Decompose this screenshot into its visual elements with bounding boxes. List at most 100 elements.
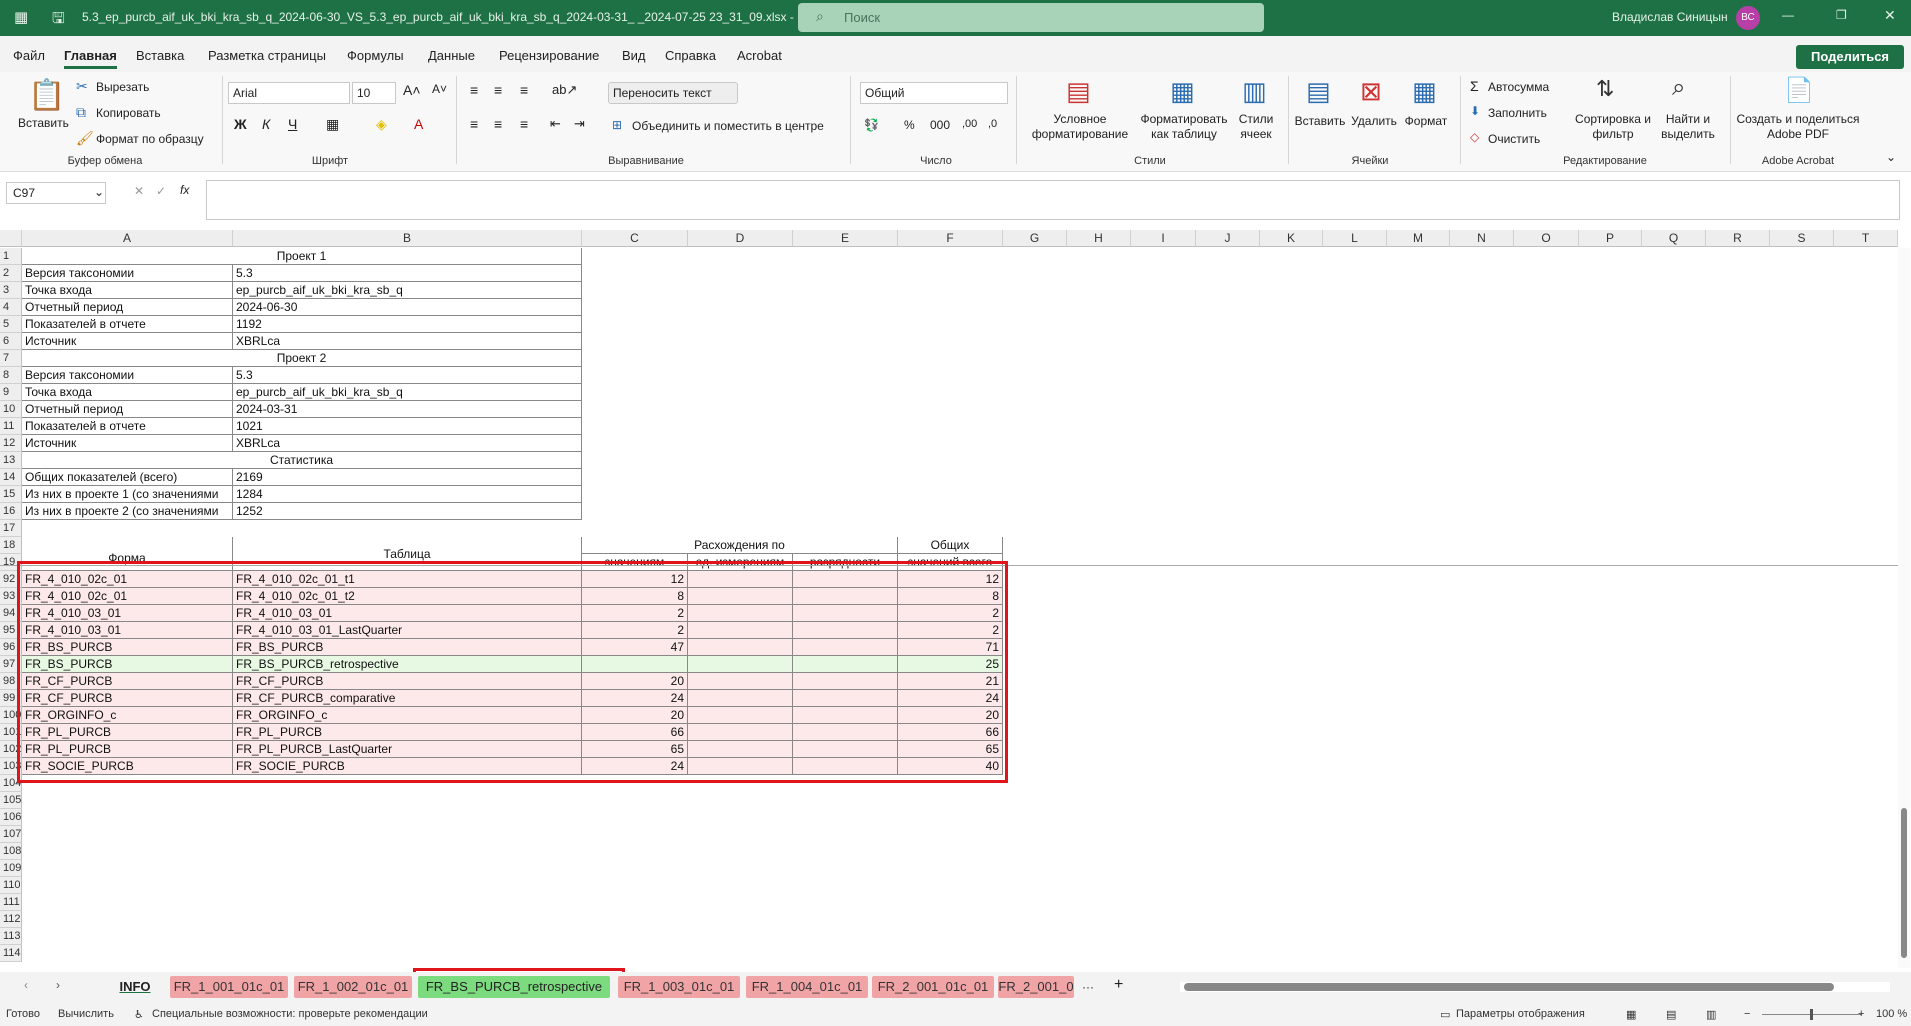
- save-icon[interactable]: 🖫: [52, 8, 65, 33]
- info-value-cell[interactable]: 1252: [233, 503, 582, 520]
- borders-icon[interactable]: ▦: [326, 116, 339, 133]
- search-box[interactable]: ⌕ Поиск: [798, 3, 1264, 32]
- menu-file[interactable]: Файл: [13, 48, 45, 63]
- decrease-decimal-icon[interactable]: ,0: [988, 118, 997, 130]
- column-header-j[interactable]: J: [1196, 230, 1260, 247]
- sheet-tab[interactable]: INFO: [112, 976, 158, 998]
- row-header-3[interactable]: 3: [0, 282, 22, 299]
- info-label-cell[interactable]: Источник: [22, 333, 233, 350]
- table-header-diff[interactable]: Расхождения по: [582, 537, 898, 554]
- align-top-icon[interactable]: ≡: [470, 82, 478, 98]
- number-format-select[interactable]: Общий: [860, 82, 1008, 104]
- info-value-cell[interactable]: 5.3: [233, 265, 582, 282]
- cancel-icon[interactable]: ✕: [134, 184, 144, 198]
- info-value-cell[interactable]: 1021: [233, 418, 582, 435]
- prev-sheet-icon[interactable]: ‹: [24, 978, 28, 992]
- info-label-cell[interactable]: Версия таксономии: [22, 367, 233, 384]
- thousands-icon[interactable]: 000: [930, 118, 950, 132]
- row-header-12[interactable]: 12: [0, 435, 22, 452]
- fill-color-icon[interactable]: ◈: [376, 116, 387, 133]
- italic-button[interactable]: К: [262, 116, 270, 132]
- find-select-button[interactable]: Найти и выделить: [1652, 112, 1724, 142]
- info-value-cell[interactable]: ep_purcb_aif_uk_bki_kra_sb_q: [233, 384, 582, 401]
- collapse-ribbon-icon[interactable]: ⌄: [1886, 150, 1896, 164]
- bold-button[interactable]: Ж: [234, 116, 247, 132]
- menu-acrobat[interactable]: Acrobat: [737, 48, 782, 63]
- sheet-tab[interactable]: FR_1_003_01c_01: [618, 976, 740, 998]
- align-left-icon[interactable]: ≡: [470, 116, 478, 132]
- info-label-cell[interactable]: Точка входа: [22, 384, 233, 401]
- row-header-108[interactable]: 108: [0, 843, 22, 860]
- row-header-110[interactable]: 110: [0, 877, 22, 894]
- sheet-tab[interactable]: FR_1_002_01c_01: [294, 976, 412, 998]
- orientation-icon[interactable]: ab↗: [552, 82, 577, 98]
- decrease-font-icon[interactable]: A˅: [432, 82, 447, 96]
- sheet-tab[interactable]: FR_1_004_01c_01: [746, 976, 868, 998]
- avatar[interactable]: ВС: [1736, 6, 1760, 30]
- column-header-f[interactable]: F: [898, 230, 1003, 247]
- column-header-k[interactable]: K: [1260, 230, 1323, 247]
- zoom-in-icon[interactable]: +: [1858, 1008, 1864, 1020]
- next-sheet-icon[interactable]: ›: [56, 978, 60, 992]
- info-label-cell[interactable]: Отчетный период: [22, 401, 233, 418]
- zoom-slider[interactable]: [1762, 1009, 1862, 1020]
- column-header-n[interactable]: N: [1450, 230, 1514, 247]
- page-layout-view-icon[interactable]: ▤: [1666, 1008, 1676, 1021]
- row-header-2[interactable]: 2: [0, 265, 22, 282]
- row-header-13[interactable]: 13: [0, 452, 22, 469]
- accessibility-status[interactable]: Специальные возможности: проверьте реком…: [152, 1008, 428, 1020]
- info-label-cell[interactable]: Показателей в отчете: [22, 418, 233, 435]
- row-header-106[interactable]: 106: [0, 809, 22, 826]
- minimize-icon[interactable]: —: [1782, 8, 1794, 22]
- clear-button[interactable]: Очистить: [1488, 132, 1540, 146]
- page-break-view-icon[interactable]: ▥: [1706, 1008, 1716, 1021]
- row-header-114[interactable]: 114: [0, 945, 22, 962]
- column-header-m[interactable]: M: [1387, 230, 1450, 247]
- info-label-cell[interactable]: Показателей в отчете: [22, 316, 233, 333]
- row-header-107[interactable]: 107: [0, 826, 22, 843]
- decrease-indent-icon[interactable]: ⇤: [550, 116, 561, 132]
- info-value-cell[interactable]: 1192: [233, 316, 582, 333]
- row-header-7[interactable]: 7: [0, 350, 22, 367]
- stats-header[interactable]: Статистика: [22, 452, 582, 469]
- conditional-format-button[interactable]: Условное форматирование: [1024, 112, 1136, 142]
- row-header-18[interactable]: 18: [0, 537, 22, 554]
- column-header-h[interactable]: H: [1067, 230, 1131, 247]
- column-header-i[interactable]: I: [1131, 230, 1196, 247]
- column-header-p[interactable]: P: [1579, 230, 1642, 247]
- sheet-tab[interactable]: FR_BS_PURCB_retrospective: [418, 976, 610, 998]
- menu-help[interactable]: Справка: [665, 48, 716, 63]
- info-value-cell[interactable]: 2024-03-31: [233, 401, 582, 418]
- wrap-text-button[interactable]: Переносить текст: [608, 82, 738, 104]
- more-sheets-icon[interactable]: ···: [1082, 980, 1094, 994]
- increase-font-icon[interactable]: A˄: [403, 82, 421, 98]
- menu-home[interactable]: Главная: [64, 48, 117, 69]
- menu-page-layout[interactable]: Разметка страницы: [208, 48, 326, 63]
- paste-button[interactable]: Вставить: [18, 116, 69, 130]
- insert-function-button[interactable]: fx: [180, 183, 189, 197]
- info-label-cell[interactable]: Точка входа: [22, 282, 233, 299]
- column-header-t[interactable]: T: [1834, 230, 1898, 247]
- format-painter-button[interactable]: Формат по образцу: [96, 132, 204, 146]
- underline-button[interactable]: Ч: [288, 116, 297, 132]
- row-header-112[interactable]: 112: [0, 911, 22, 928]
- select-all-corner[interactable]: [0, 230, 22, 247]
- row-header-109[interactable]: 109: [0, 860, 22, 877]
- row-header-4[interactable]: 4: [0, 299, 22, 316]
- row-header-9[interactable]: 9: [0, 384, 22, 401]
- currency-icon[interactable]: 💱: [864, 118, 879, 132]
- autosum-button[interactable]: Автосумма: [1488, 80, 1549, 94]
- info-label-cell[interactable]: Источник: [22, 435, 233, 452]
- format-as-table-button[interactable]: Форматировать как таблицу: [1136, 112, 1232, 142]
- info-value-cell[interactable]: XBRLca: [233, 333, 582, 350]
- column-header-q[interactable]: Q: [1642, 230, 1706, 247]
- row-header-113[interactable]: 113: [0, 928, 22, 945]
- info-label-cell[interactable]: Версия таксономии: [22, 265, 233, 282]
- project1-header[interactable]: Проект 1: [22, 248, 582, 265]
- info-label-cell[interactable]: Из них в проекте 2 (со значениями: [22, 503, 233, 520]
- align-center-icon[interactable]: ≡: [494, 116, 502, 132]
- align-middle-icon[interactable]: ≡: [494, 82, 502, 98]
- calculate-button[interactable]: Вычислить: [58, 1008, 114, 1020]
- font-size-select[interactable]: 10: [352, 82, 396, 104]
- font-color-icon[interactable]: A: [414, 116, 423, 132]
